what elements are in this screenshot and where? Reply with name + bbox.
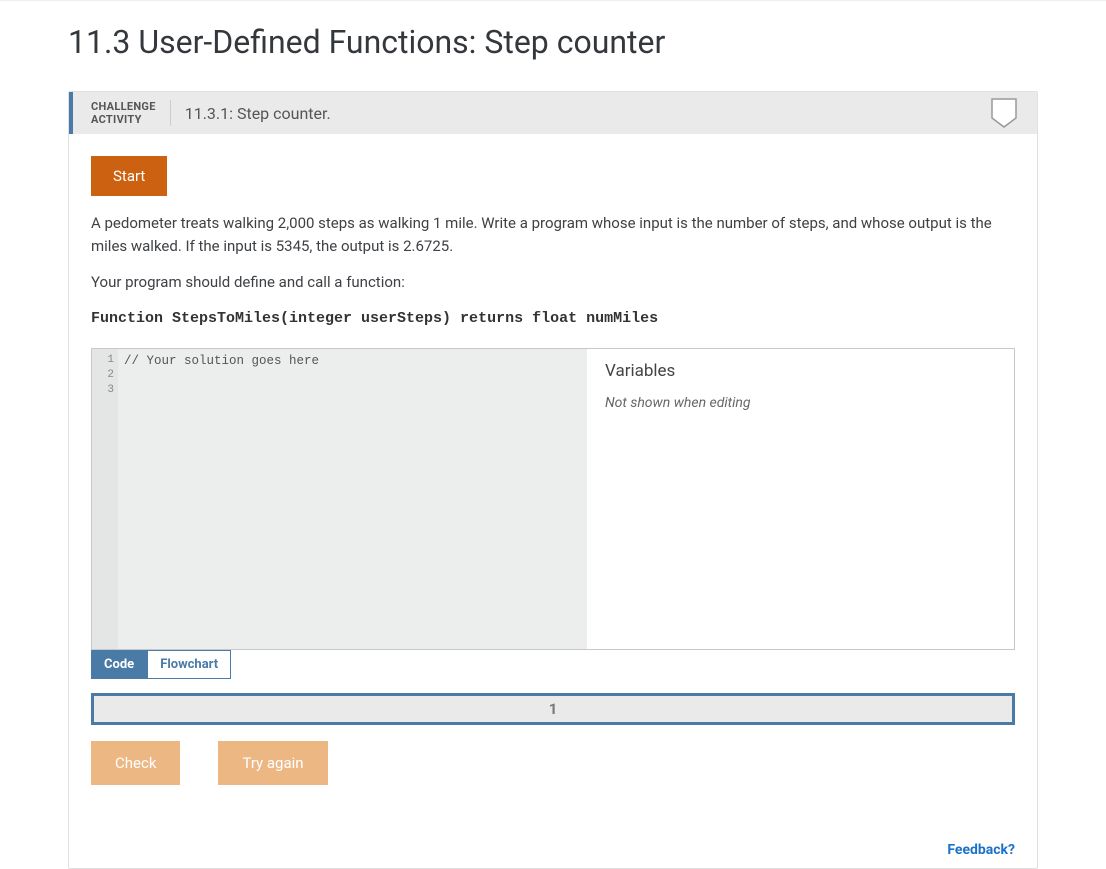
instruction-p1: A pedometer treats walking 2,000 steps a… <box>91 212 1015 257</box>
feedback-row: Feedback? <box>69 827 1037 868</box>
action-row: Check Try again <box>91 741 1015 785</box>
gutter-line: 1 <box>92 353 114 368</box>
activity-label-line2: ACTIVITY <box>91 113 142 126</box>
check-button[interactable]: Check <box>91 741 180 785</box>
activity-subtitle: 11.3.1: Step counter. <box>171 104 331 123</box>
activity-type-label: CHALLENGE ACTIVITY <box>91 100 171 126</box>
function-signature: Function StepsToMiles(integer userSteps)… <box>91 308 1015 331</box>
shield-icon <box>991 98 1017 128</box>
variables-panel: Variables Not shown when editing <box>587 349 1014 649</box>
progress-bar: 1 <box>91 693 1015 725</box>
code-editor-textarea[interactable]: // Your solution goes here <box>118 349 587 649</box>
variables-title: Variables <box>605 361 996 381</box>
activity-label-line1: CHALLENGE <box>91 100 156 113</box>
start-button[interactable]: Start <box>91 156 167 196</box>
workspace: 1 2 3 // Your solution goes here Variabl… <box>91 348 1015 650</box>
activity-header: CHALLENGE ACTIVITY 11.3.1: Step counter. <box>69 92 1037 134</box>
activity-body: Start A pedometer treats walking 2,000 s… <box>69 134 1037 807</box>
code-editor-panel[interactable]: 1 2 3 // Your solution goes here <box>92 349 587 649</box>
instruction-p2: Your program should define and call a fu… <box>91 271 1015 294</box>
editor-gutter: 1 2 3 <box>92 349 118 649</box>
page-title: 11.3 User-Defined Functions: Step counte… <box>24 1 1082 91</box>
tab-row: Code Flowchart <box>91 650 1015 679</box>
gutter-line: 2 <box>92 368 114 383</box>
code-line: // Your solution goes here <box>124 353 581 370</box>
tab-code[interactable]: Code <box>91 650 147 679</box>
activity-card: CHALLENGE ACTIVITY 11.3.1: Step counter.… <box>68 91 1038 869</box>
gutter-line: 3 <box>92 383 114 398</box>
variables-note: Not shown when editing <box>605 395 996 411</box>
try-again-button[interactable]: Try again <box>218 741 327 785</box>
tab-flowchart[interactable]: Flowchart <box>147 650 231 679</box>
feedback-link[interactable]: Feedback? <box>947 842 1015 858</box>
instructions: A pedometer treats walking 2,000 steps a… <box>91 212 1015 330</box>
